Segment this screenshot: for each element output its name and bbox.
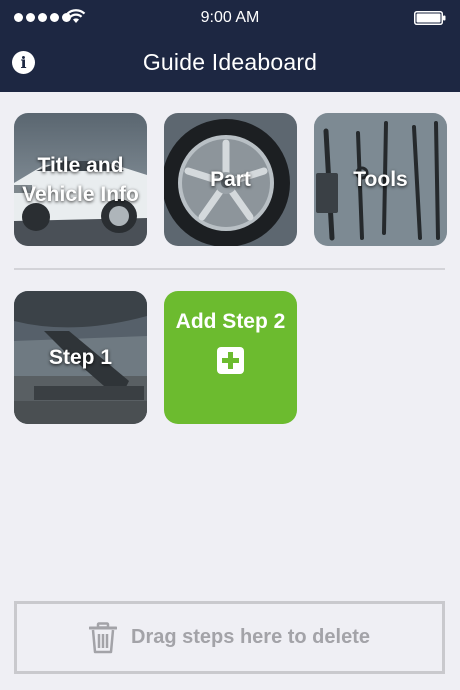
tile-label: Step 1 <box>48 346 113 369</box>
section-divider <box>14 268 445 270</box>
tools-tile[interactable]: Tools <box>314 113 447 246</box>
page-title: Guide Ideaboard <box>142 49 318 75</box>
trash-icon <box>89 621 118 653</box>
part-tile[interactable]: Part <box>164 113 297 246</box>
status-bar: 9:00 AM <box>0 0 460 34</box>
add-step-label: Add Step 2 <box>175 310 286 333</box>
tile-label: Tools <box>353 168 408 191</box>
tile-label: Part <box>210 168 251 191</box>
status-time: 9:00 AM <box>200 9 260 26</box>
add-step-button[interactable]: Add Step 2 <box>164 291 297 424</box>
title-vehicle-info-tile[interactable]: Title and Vehicle Info <box>14 113 147 246</box>
tile-label: Title and Vehicle Info <box>22 153 139 206</box>
plus-icon <box>217 347 244 374</box>
battery-icon <box>414 11 446 25</box>
nav-bar: i Guide Ideaboard <box>0 34 460 92</box>
step-tile[interactable]: Step 1 <box>14 291 147 424</box>
delete-drop-zone[interactable]: Drag steps here to delete <box>14 601 445 674</box>
delete-zone-label: Drag steps here to delete <box>131 626 370 648</box>
